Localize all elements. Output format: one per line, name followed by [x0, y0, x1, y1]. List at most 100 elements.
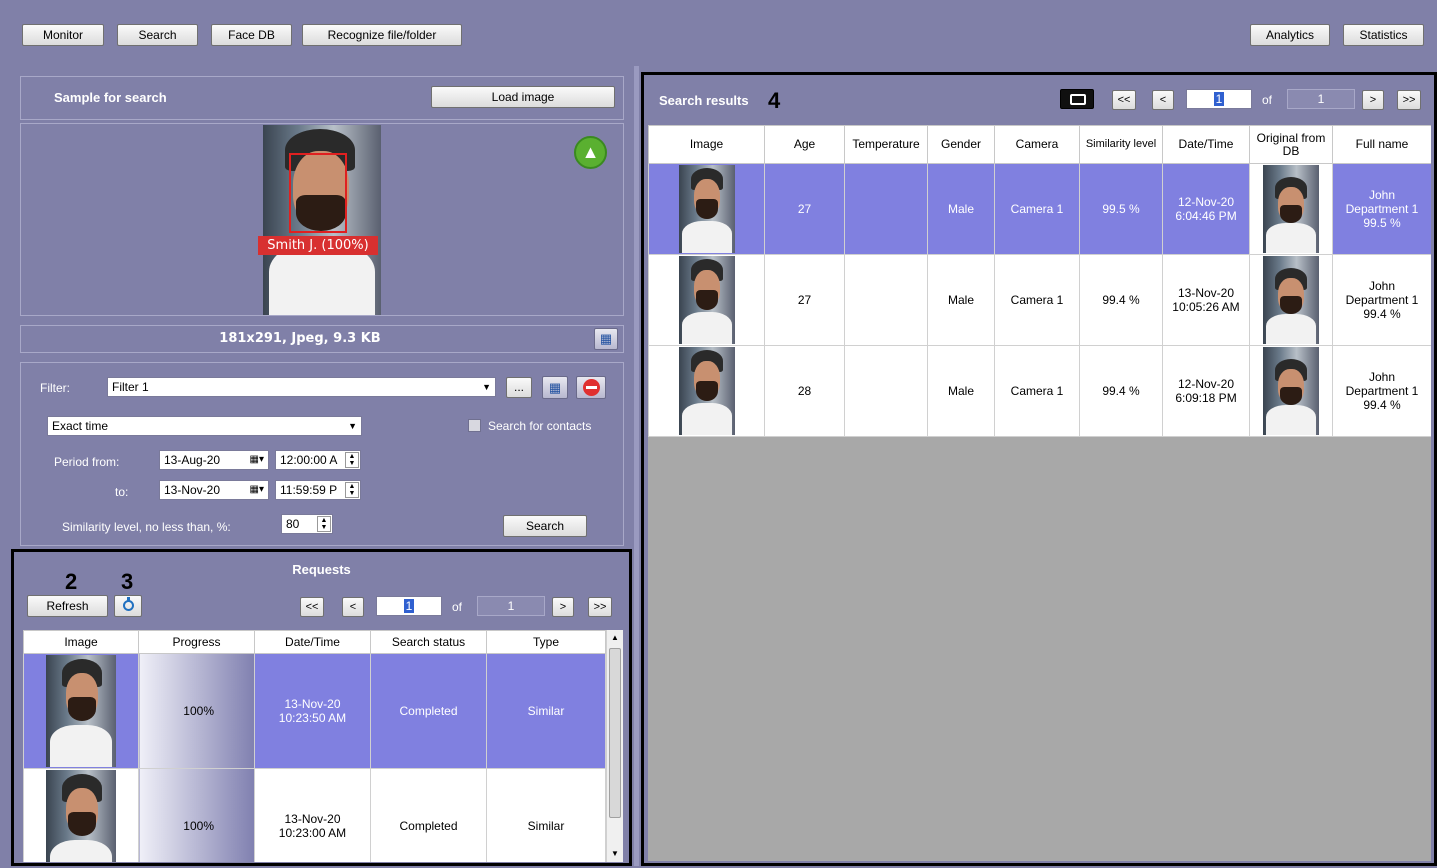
table-row[interactable]: 28 Male Camera 1 99.4 % 12-Nov-20 6:09:18… [648, 345, 1431, 437]
calendar-icon: ▦▾ [249, 454, 264, 465]
requests-page-input[interactable]: 1 [376, 596, 442, 616]
result-original-cell [1249, 254, 1333, 346]
request-thumbnail [46, 655, 116, 767]
result-image-cell [648, 254, 765, 346]
result-similarity: 99.4 % [1079, 254, 1163, 346]
recognize-button[interactable]: Recognize file/folder [302, 24, 462, 46]
col-similarity[interactable]: Similarity level [1079, 125, 1163, 164]
time-mode-select[interactable]: Exact time ▼ [47, 416, 362, 436]
col-image[interactable]: Image [23, 630, 139, 654]
splitter[interactable] [634, 66, 639, 866]
col-gender[interactable]: Gender [927, 125, 995, 164]
requests-scrollbar[interactable]: ▲ ▼ [606, 630, 623, 862]
results-title: Search results [659, 93, 749, 108]
chevron-down-icon: ▼ [482, 382, 491, 392]
to-time-picker[interactable]: 11:59:59 P ▲ ▼ [275, 480, 361, 500]
image-info: 181x291, Jpeg, 9.3 KB [219, 331, 381, 346]
remove-filter-icon[interactable] [576, 376, 606, 399]
result-department: Department 1 [1345, 293, 1419, 307]
load-image-button[interactable]: Load image [431, 86, 615, 108]
col-image[interactable]: Image [648, 125, 765, 164]
filter-more-button[interactable]: ... [506, 377, 532, 398]
results-page-input[interactable]: 1 [1186, 89, 1252, 109]
face-detection-box [289, 153, 347, 233]
search-tab-button[interactable]: Search [117, 24, 198, 46]
results-first-page[interactable]: << [1112, 90, 1136, 110]
result-original-cell [1249, 345, 1333, 437]
result-full-name: John Department 1 99.4 % [1332, 254, 1431, 346]
result-image-cell [648, 345, 765, 437]
search-contacts-checkbox[interactable] [468, 419, 481, 432]
col-datetime[interactable]: Date/Time [1162, 125, 1250, 164]
face-match-label: Smith J. (100%) [258, 236, 378, 255]
scroll-thumb[interactable] [609, 648, 621, 818]
callout-2: 2 [65, 569, 78, 594]
request-time: 10:23:50 AM [278, 711, 347, 725]
monitor-button[interactable]: Monitor [22, 24, 104, 46]
col-full-name[interactable]: Full name [1332, 125, 1431, 164]
filter-select[interactable]: Filter 1 ▼ [107, 377, 496, 397]
request-image-cell [23, 768, 139, 862]
face-db-button[interactable]: Face DB [211, 24, 292, 46]
similarity-label: Similarity level, no less than, %: [62, 520, 231, 534]
result-datetime: 12-Nov-20 6:04:46 PM [1162, 163, 1250, 255]
request-type-cell: Similar [486, 768, 606, 862]
to-date-picker[interactable]: 13-Nov-20 ▦▾ [159, 480, 269, 500]
results-prev-page[interactable]: < [1152, 90, 1174, 110]
result-image-cell [648, 163, 765, 255]
request-date: 13-Nov-20 [284, 697, 341, 711]
col-camera[interactable]: Camera [994, 125, 1080, 164]
print-icon[interactable] [1060, 89, 1094, 109]
table-row[interactable]: 27 Male Camera 1 99.4 % 13-Nov-20 10:05:2… [648, 254, 1431, 346]
result-date: 12-Nov-20 [1177, 195, 1235, 209]
results-last-page[interactable]: >> [1397, 90, 1421, 110]
to-date-value: 13-Nov-20 [164, 483, 221, 497]
result-name: John [1368, 188, 1396, 202]
requests-first-page[interactable]: << [300, 597, 324, 617]
search-button[interactable]: Search [503, 515, 587, 537]
result-name: John [1368, 279, 1396, 293]
result-age: 28 [764, 345, 845, 437]
from-time-picker[interactable]: 12:00:00 A ▲ ▼ [275, 450, 361, 470]
results-next-page[interactable]: > [1362, 90, 1384, 110]
table-row[interactable]: 100% 13-Nov-20 10:23:00 AM Completed Simi… [23, 768, 606, 862]
result-name-similarity: 99.4 % [1363, 398, 1401, 412]
requests-last-page[interactable]: >> [588, 597, 612, 617]
requests-prev-page[interactable]: < [342, 597, 364, 617]
requests-next-page[interactable]: > [552, 597, 574, 617]
analytics-button[interactable]: Analytics [1250, 24, 1330, 46]
request-date: 13-Nov-20 [284, 812, 341, 826]
result-name: John [1368, 370, 1396, 384]
result-camera: Camera 1 [994, 163, 1080, 255]
col-original[interactable]: Original from DB [1249, 125, 1333, 164]
col-search-status[interactable]: Search status [370, 630, 487, 654]
from-date-picker[interactable]: 13-Aug-20 ▦▾ [159, 450, 269, 470]
result-gender: Male [927, 254, 995, 346]
period-to-label: to: [115, 485, 129, 499]
table-row[interactable]: 100% 13-Nov-20 10:23:50 AM Completed Simi… [23, 653, 606, 769]
timer-icon[interactable] [114, 595, 142, 617]
request-progress-cell: 100% [138, 653, 255, 769]
result-temperature [844, 254, 928, 346]
col-age[interactable]: Age [764, 125, 845, 164]
scroll-up-icon[interactable]: ▲ [607, 630, 623, 646]
col-temperature[interactable]: Temperature [844, 125, 928, 164]
to-time-value: 11:59:59 P [280, 483, 338, 497]
result-full-name: John Department 1 99.4 % [1332, 345, 1431, 437]
scroll-down-icon[interactable]: ▼ [607, 846, 623, 862]
save-filter-icon[interactable]: ▦ [542, 376, 568, 399]
refresh-button[interactable]: Refresh [27, 595, 108, 617]
request-datetime-cell: 13-Nov-20 10:23:50 AM [254, 653, 371, 769]
col-progress[interactable]: Progress [138, 630, 255, 654]
similarity-input[interactable]: 80 ▲ ▼ [281, 514, 333, 534]
save-image-icon[interactable]: ▦ [594, 328, 618, 350]
statistics-button[interactable]: Statistics [1343, 24, 1424, 46]
result-name-similarity: 99.4 % [1363, 307, 1401, 321]
original-thumbnail [1263, 347, 1319, 435]
col-type[interactable]: Type [486, 630, 606, 654]
requests-table-container: Image Progress Date/Time Search status T… [23, 630, 623, 862]
result-temperature [844, 163, 928, 255]
col-datetime[interactable]: Date/Time [254, 630, 371, 654]
table-row[interactable]: 27 Male Camera 1 99.5 % 12-Nov-20 6:04:46… [648, 163, 1431, 255]
filter-value: Filter 1 [112, 380, 149, 394]
